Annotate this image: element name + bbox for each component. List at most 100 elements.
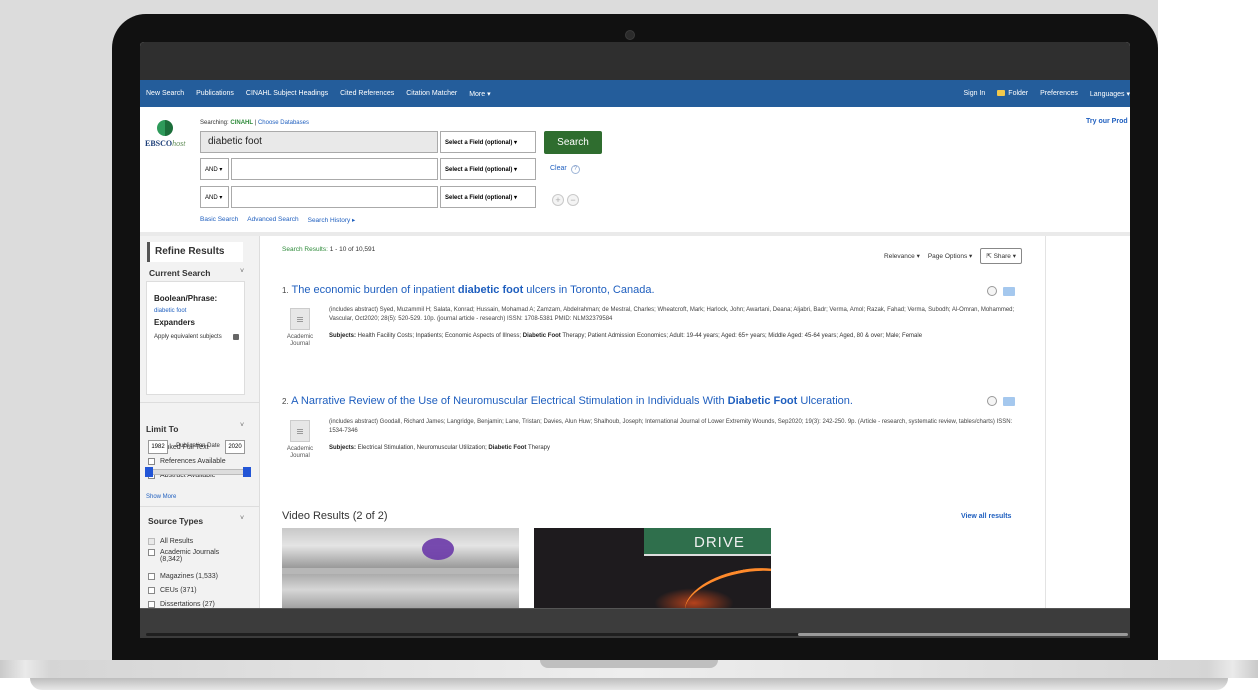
results-panel: Search Results: 1 - 10 of 10,591 Relevan… <box>261 236 1045 616</box>
nav-cited-references[interactable]: Cited References <box>340 90 394 98</box>
nav-sign-in[interactable]: Sign In <box>964 90 986 98</box>
show-more-link[interactable]: Show More <box>146 494 176 500</box>
date-slider-handle-end[interactable] <box>243 467 251 477</box>
video-thumbnail-1[interactable] <box>282 528 519 616</box>
preview-icon[interactable] <box>987 396 997 406</box>
choose-databases-link[interactable]: Choose Databases <box>258 120 309 126</box>
ebsco-logo-icon <box>157 120 173 136</box>
nav-subject-headings[interactable]: CINAHL Subject Headings <box>246 90 328 98</box>
basic-search-link[interactable]: Basic Search <box>200 216 238 224</box>
page-options-dropdown[interactable]: Page Options ▾ <box>928 252 972 260</box>
checkbox[interactable] <box>148 573 155 580</box>
source-dissertations[interactable]: Dissertations (27) <box>148 601 215 608</box>
checkbox[interactable] <box>148 601 155 608</box>
nav-more[interactable]: More ▾ <box>469 90 490 98</box>
result-number: 2. <box>282 397 289 406</box>
refine-results-title: Refine Results <box>147 242 243 262</box>
results-count-label: Search Results: <box>282 246 328 253</box>
source-label: Academic Journals (8,342) <box>160 549 220 563</box>
remove-expander-icon[interactable] <box>233 334 239 340</box>
chevron-down-icon[interactable]: ˅ <box>240 268 244 275</box>
folder-icon <box>997 90 1006 96</box>
try-link[interactable]: Try our Prod <box>1086 118 1128 125</box>
result-title-2[interactable]: 2. A Narrative Review of the Use of Neur… <box>282 395 853 407</box>
database-name: CINAHL <box>230 120 254 126</box>
source-all-results[interactable]: All Results <box>148 538 193 545</box>
share-label: Share ▾ <box>993 253 1016 260</box>
date-slider-track[interactable] <box>146 469 250 475</box>
search-input-1[interactable]: diabetic foot <box>200 131 438 153</box>
nav-folder[interactable]: Folder <box>997 90 1028 98</box>
result-title-1[interactable]: 1. The economic burden of inpatient diab… <box>282 284 655 296</box>
help-icon[interactable]: ? <box>570 165 580 174</box>
nav-citation-matcher[interactable]: Citation Matcher <box>406 90 457 98</box>
result-type-1: Academic Journal <box>286 334 314 347</box>
title-part: ulcers in Toronto, Canada. <box>523 284 655 296</box>
limit-references-available[interactable]: References Available <box>148 458 226 465</box>
checkbox[interactable] <box>148 538 155 545</box>
current-search-heading[interactable]: Current Search <box>149 268 210 278</box>
source-label: Dissertations (27) <box>160 601 215 608</box>
nav-right: Sign In Folder Preferences Languages ▾ <box>964 90 1130 98</box>
source-types-heading[interactable]: Source Types <box>148 516 203 526</box>
checkbox[interactable] <box>148 458 155 465</box>
year-from-input[interactable]: 1982 <box>148 440 168 454</box>
remove-row-icon[interactable]: − <box>567 194 579 206</box>
source-academic-journals[interactable]: Academic Journals (8,342) <box>148 549 228 563</box>
base-bottom <box>30 678 1228 690</box>
limit-to-heading[interactable]: Limit To <box>146 424 178 434</box>
add-to-folder-icon[interactable] <box>1003 287 1015 296</box>
results-count-value: 1 - 10 of 10,591 <box>329 246 376 253</box>
checkbox[interactable] <box>148 549 155 556</box>
row-controls: + − <box>552 194 579 206</box>
boolean-label: Boolean/Phrase: <box>154 294 218 303</box>
result-subjects-1: Subjects: Health Facility Costs; Inpatie… <box>329 332 1029 341</box>
source-magazines[interactable]: Magazines (1,533) <box>148 573 218 580</box>
source-ceus[interactable]: CEUs (371) <box>148 587 197 594</box>
document-icon <box>290 308 310 330</box>
field-select-3[interactable]: Select a Field (optional) ▾ <box>440 186 536 208</box>
scroll-thumb[interactable] <box>798 633 1128 636</box>
result-number: 1. <box>282 286 289 295</box>
field-select-1[interactable]: Select a Field (optional) ▾ <box>440 131 536 153</box>
bool-select-3[interactable]: AND ▾ <box>200 186 229 208</box>
share-button[interactable]: ⇱ Share ▾ <box>980 248 1022 264</box>
nav-left: New Search Publications CINAHL Subject H… <box>146 90 491 98</box>
advanced-search-link[interactable]: Advanced Search <box>247 216 298 224</box>
search-input-2[interactable] <box>231 158 438 180</box>
date-slider-handle-start[interactable] <box>145 467 153 477</box>
subjects-part: Therapy; Patient Admission Economics; Ad… <box>560 333 923 339</box>
nav-preferences[interactable]: Preferences <box>1040 90 1078 98</box>
view-all-results-link[interactable]: View all results <box>961 513 1011 520</box>
add-row-icon[interactable]: + <box>552 194 564 206</box>
chevron-down-icon[interactable]: ˅ <box>240 515 244 522</box>
results-count: Search Results: 1 - 10 of 10,591 <box>282 246 375 253</box>
video-thumbnail-2[interactable]: DRIVE <box>534 528 771 616</box>
nav-languages[interactable]: Languages ▾ <box>1090 90 1130 98</box>
preview-icon[interactable] <box>987 286 997 296</box>
separator: | <box>254 120 257 126</box>
relevance-dropdown[interactable]: Relevance ▾ <box>884 252 920 260</box>
add-to-folder-icon[interactable] <box>1003 397 1015 406</box>
sidebar-divider <box>140 506 260 507</box>
nav-new-search[interactable]: New Search <box>146 90 184 98</box>
field-select-2[interactable]: Select a Field (optional) ▾ <box>440 158 536 180</box>
search-button[interactable]: Search <box>544 131 602 154</box>
title-part: A Narrative Review of the Use of Neuromu… <box>291 395 728 407</box>
search-input-3[interactable] <box>231 186 438 208</box>
title-part: The economic burden of inpatient <box>291 284 458 296</box>
nav-publications[interactable]: Publications <box>196 90 234 98</box>
boolean-value[interactable]: diabetic foot <box>154 308 186 314</box>
checkbox[interactable] <box>148 587 155 594</box>
title-highlight: diabetic foot <box>457 284 524 296</box>
chevron-down-icon[interactable]: ˅ <box>240 422 244 429</box>
search-history-link[interactable]: Search History ▸ <box>308 216 356 224</box>
search-links: Basic Search Advanced Search Search Hist… <box>200 216 355 224</box>
bool-select-2[interactable]: AND ▾ <box>200 158 229 180</box>
searching-line: Searching: CINAHL | Choose Databases <box>200 120 309 126</box>
clear-link[interactable]: Clear? <box>550 165 580 174</box>
result-citation-2: (includes abstract) Goodall, Richard Jam… <box>329 419 1013 434</box>
result-type-2: Academic Journal <box>286 446 314 459</box>
source-label: CEUs (371) <box>160 587 197 594</box>
year-to-input[interactable]: 2020 <box>225 440 245 454</box>
